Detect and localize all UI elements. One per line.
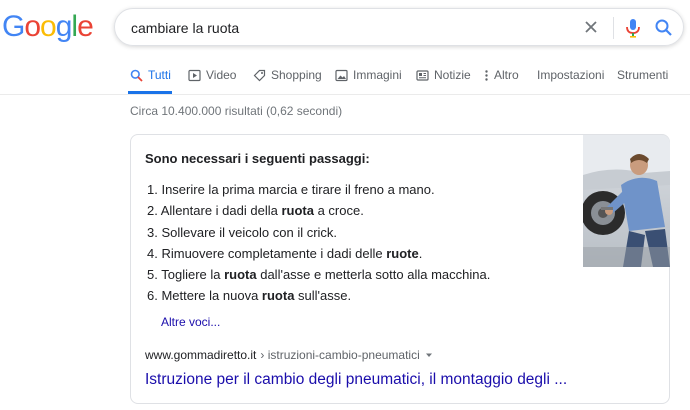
search-tabs: Tutti Video Shopping Immagini Notizie Al… bbox=[0, 60, 690, 95]
logo-letter: G bbox=[2, 10, 25, 43]
step-item: 6. Mettere la nuova ruota sull'asse. bbox=[147, 285, 490, 306]
step-text: dall'asse e metterla sotto alla macchina… bbox=[256, 267, 491, 283]
tab-immagini[interactable]: Immagini bbox=[335, 67, 402, 83]
tab-impostazioni[interactable]: Impostazioni bbox=[537, 67, 604, 83]
more-items-link[interactable]: Altre voci... bbox=[161, 315, 220, 329]
step-highlight: ruota bbox=[281, 203, 314, 219]
featured-snippet: Sono necessari i seguenti passaggi: 1. I… bbox=[130, 134, 670, 404]
step-item: 4. Rimuovere completamente i dadi delle … bbox=[147, 243, 490, 264]
step-number: 5. bbox=[147, 267, 158, 283]
snippet-image[interactable] bbox=[583, 135, 670, 267]
tab-label: Strumenti bbox=[617, 68, 669, 82]
step-number: 3. bbox=[147, 224, 158, 240]
tab-shopping[interactable]: Shopping bbox=[253, 67, 322, 83]
tab-label: Immagini bbox=[353, 68, 402, 82]
search-icon bbox=[130, 69, 143, 82]
news-icon bbox=[416, 69, 429, 81]
step-highlight: ruote bbox=[386, 245, 419, 261]
divider bbox=[613, 17, 614, 39]
tab-notizie[interactable]: Notizie bbox=[416, 67, 471, 83]
step-text: Allentare i dadi della bbox=[160, 203, 282, 219]
logo-letter: o bbox=[40, 10, 57, 43]
step-text: Inserire la prima marcia e tirare il fre… bbox=[161, 182, 435, 197]
step-item: 5. Togliere la ruota dall'asse e metterl… bbox=[147, 264, 490, 285]
snippet-heading: Sono necessari i seguenti passaggi: bbox=[145, 151, 370, 166]
search-box bbox=[114, 8, 684, 46]
step-text: Rimuovere completamente i dadi delle bbox=[161, 245, 387, 261]
step-number: 6. bbox=[147, 288, 158, 304]
result-title-link[interactable]: Istruzione per il cambio degli pneumatic… bbox=[145, 371, 567, 389]
result-cite: www.gommadiretto.it › istruzioni-cambio-… bbox=[145, 348, 434, 362]
step-text: a croce. bbox=[313, 203, 364, 219]
tab-label: Video bbox=[206, 68, 237, 82]
close-icon[interactable] bbox=[581, 17, 601, 37]
step-highlight: ruota bbox=[224, 267, 257, 283]
microphone-icon[interactable] bbox=[623, 17, 643, 39]
active-tab-indicator bbox=[128, 91, 172, 94]
tab-label: Shopping bbox=[271, 68, 322, 82]
cite-domain: www.gommadiretto.it bbox=[145, 348, 257, 362]
step-item: 2. Allentare i dadi della ruota a croce. bbox=[147, 200, 490, 221]
tab-tutti[interactable]: Tutti bbox=[130, 67, 171, 83]
play-icon bbox=[188, 69, 201, 81]
tab-label: Impostazioni bbox=[537, 68, 605, 82]
step-text: sull'asse. bbox=[294, 288, 352, 304]
step-highlight: ruota bbox=[261, 288, 295, 304]
step-text: Togliere la bbox=[161, 267, 225, 283]
cite-path: › istruzioni-cambio-pneumatici bbox=[260, 348, 420, 362]
logo-letter: o bbox=[24, 10, 41, 43]
image-icon bbox=[335, 69, 348, 81]
step-text: Mettere la nuova bbox=[161, 288, 262, 304]
search-icon[interactable] bbox=[653, 17, 675, 39]
step-text: . bbox=[418, 245, 423, 261]
step-number: 2. bbox=[147, 203, 158, 219]
tab-strumenti[interactable]: Strumenti bbox=[617, 67, 668, 83]
tab-label: Notizie bbox=[434, 68, 471, 82]
caret-down-icon[interactable] bbox=[424, 350, 434, 360]
step-text: Sollevare il veicolo con il crick. bbox=[161, 224, 338, 240]
logo-letter: g bbox=[55, 10, 73, 43]
step-number: 1. bbox=[147, 182, 158, 197]
step-number: 4. bbox=[147, 245, 158, 261]
steps-list: 1. Inserire la prima marcia e tirare il … bbox=[147, 179, 490, 307]
search-input[interactable] bbox=[131, 18, 551, 38]
tag-icon bbox=[253, 69, 266, 81]
tab-label: Altro bbox=[494, 68, 519, 82]
google-logo[interactable]: Google bbox=[2, 10, 94, 44]
more-vert-icon bbox=[485, 69, 488, 81]
tab-label: Tutti bbox=[148, 68, 171, 82]
step-item: 1. Inserire la prima marcia e tirare il … bbox=[147, 179, 490, 200]
step-item: 3. Sollevare il veicolo con il crick. bbox=[147, 222, 490, 243]
result-stats: Circa 10.400.000 risultati (0,62 secondi… bbox=[130, 104, 343, 118]
tab-video[interactable]: Video bbox=[188, 67, 236, 83]
logo-letter: e bbox=[77, 10, 94, 43]
tab-altro[interactable]: Altro bbox=[484, 67, 519, 83]
